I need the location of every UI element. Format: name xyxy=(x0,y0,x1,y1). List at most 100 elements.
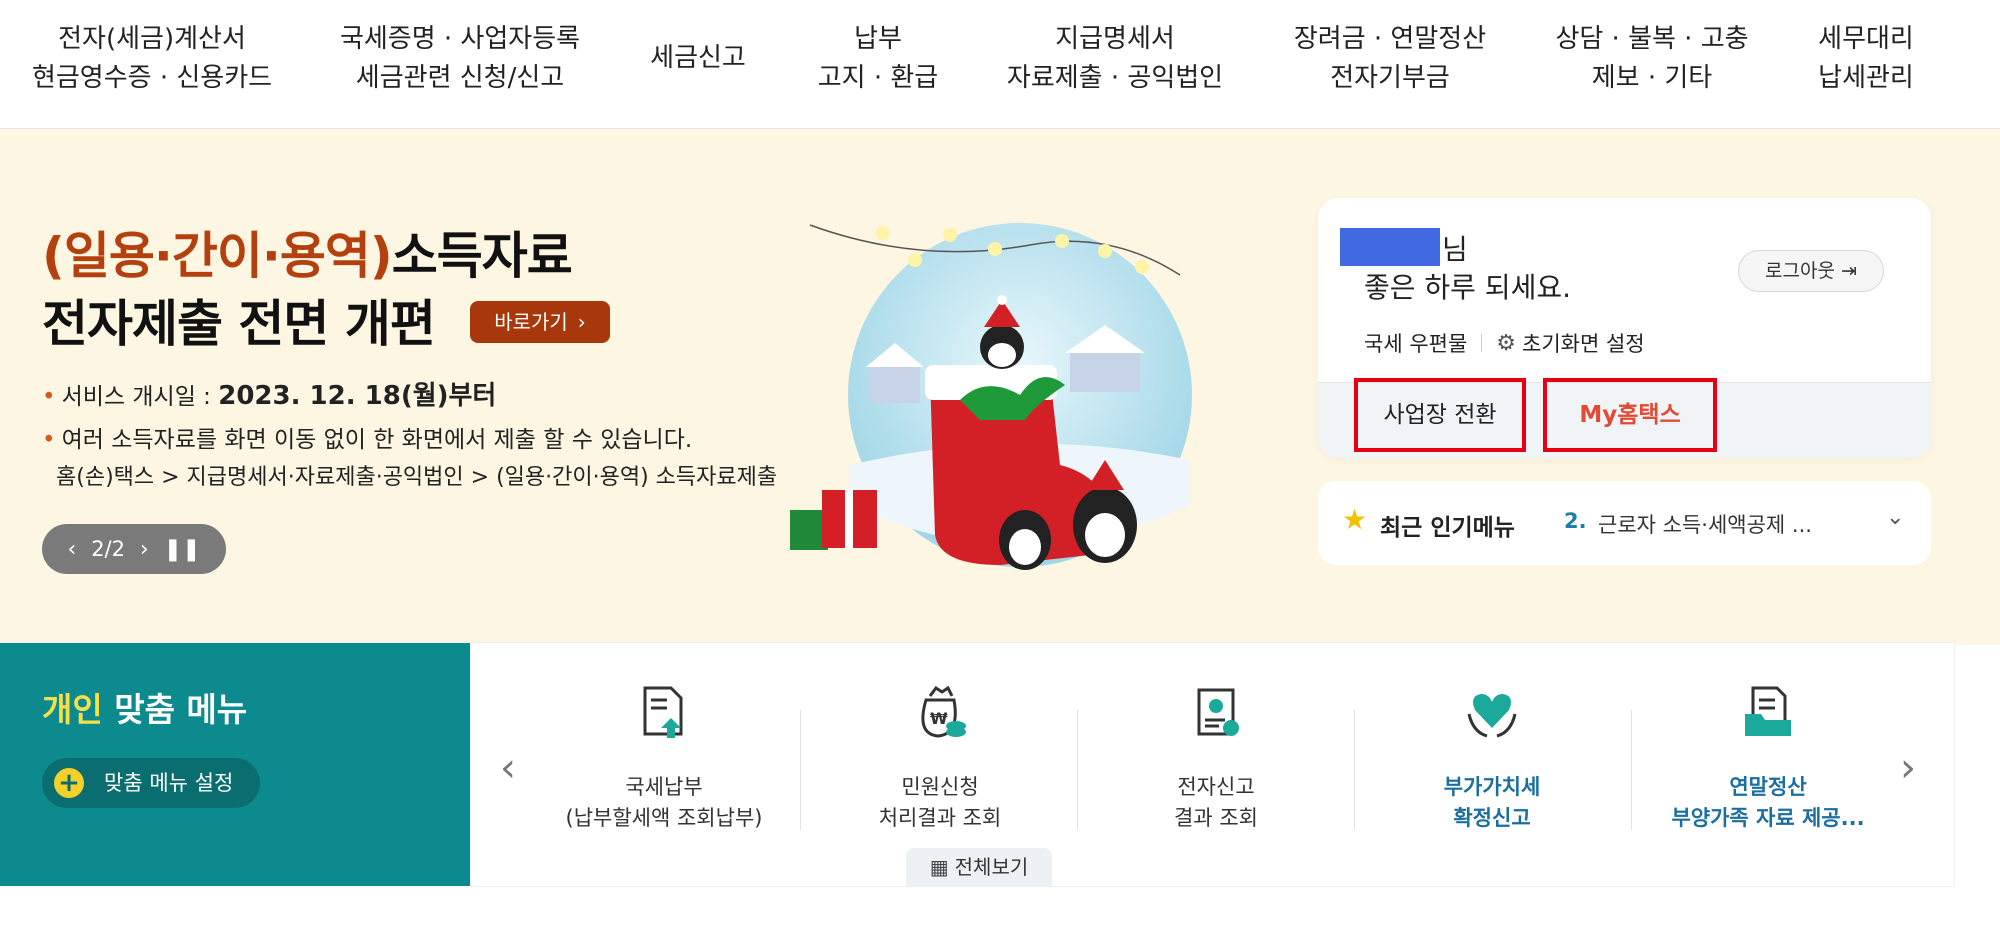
nav-consultation-line1: 상담 · 불복 · 고충 xyxy=(1555,24,1749,54)
nav-incentive-line1: 장려금 · 연말정산 xyxy=(1293,24,1487,54)
bullet-dot: • xyxy=(42,427,56,453)
custom-menu-panel: 개인 맞춤 메뉴 + 맞춤 메뉴 설정 xyxy=(0,643,471,886)
nav-certificates[interactable]: 국세증명 · 사업자등록 세금관련 신청/신고 xyxy=(340,20,580,98)
svg-text:₩: ₩ xyxy=(930,709,948,728)
logout-icon: ⇥ xyxy=(1841,260,1857,282)
nav-e-invoice[interactable]: 전자(세금)계산서 현금영수증 · 신용카드 xyxy=(32,20,272,98)
menu-civil-request[interactable]: ₩ 민원신청처리결과 조회 xyxy=(820,680,1060,834)
custom-setting-label: 맞춤 메뉴 설정 xyxy=(104,771,234,795)
folder-document-icon xyxy=(1648,680,1888,744)
all-view-label: 전체보기 xyxy=(954,855,1029,879)
redacted-username xyxy=(1340,228,1440,266)
nav-payment-line2: 고지 · 환급 xyxy=(817,63,939,93)
next-slide-icon[interactable]: › xyxy=(140,537,149,562)
menu-line2: 확정신고 xyxy=(1453,806,1531,830)
christmas-penguin-illustration xyxy=(790,223,1192,570)
menu-e-filing-result-label: 전자신고결과 조회 xyxy=(1096,772,1336,834)
headline-accent: (일용·간이·용역) xyxy=(42,227,393,285)
goto-label: 바로가기 xyxy=(494,310,568,334)
nav-e-invoice-line1: 전자(세금)계산서 xyxy=(58,24,246,54)
custom-title-rest: 맞춤 메뉴 xyxy=(114,690,248,729)
nav-payment-statement-line1: 지급명세서 xyxy=(1055,24,1175,54)
menu-divider xyxy=(1077,710,1078,830)
nav-payment-statement-line2: 자료제출 · 공익법인 xyxy=(1006,63,1224,93)
tax-mail-link[interactable]: 국세 우편물 xyxy=(1364,328,1467,358)
menu-line2: 부양가족 자료 제공... xyxy=(1671,806,1865,830)
goto-button[interactable]: 바로가기 › xyxy=(470,301,610,343)
menu-year-end-settlement-label: 연말정산 부양가족 자료 제공... xyxy=(1648,772,1888,834)
my-hometax-button[interactable]: My홈택스 xyxy=(1543,378,1717,452)
nav-tax-agent-line1: 세무대리 xyxy=(1818,24,1914,54)
menu-line1: 부가가치세 xyxy=(1443,775,1541,799)
grid-icon: ▦ xyxy=(929,855,949,879)
menu-divider xyxy=(1631,710,1632,830)
popular-menu-dropdown[interactable]: ★ 최근 인기메뉴 2. 근로자 소득·세액공제 ... ⌄ xyxy=(1318,481,1931,565)
nav-tax-agent[interactable]: 세무대리 납세관리 xyxy=(1818,20,1914,98)
gear-icon: ⚙ xyxy=(1496,330,1517,356)
banner-pager: ‹ 2/2 › ❚❚ xyxy=(42,524,226,574)
business-switch-button[interactable]: 사업장 전환 xyxy=(1354,378,1526,452)
user-links: 국세 우편물 ⚙ 초기화면 설정 xyxy=(1364,328,1645,358)
nav-e-invoice-line2: 현금영수증 · 신용카드 xyxy=(31,63,273,93)
nav-consultation[interactable]: 상담 · 불복 · 고충 제보 · 기타 xyxy=(1555,20,1748,98)
custom-title-highlight: 개인 xyxy=(42,690,103,729)
prev-slide-icon[interactable]: ‹ xyxy=(67,537,76,562)
menu-line1: 민원신청 xyxy=(901,775,979,799)
nav-incentive[interactable]: 장려금 · 연말정산 전자기부금 xyxy=(1294,20,1486,98)
menu-vat-filing[interactable]: 부가가치세확정신고 xyxy=(1372,680,1612,834)
menu-e-filing-result[interactable]: 전자신고결과 조회 xyxy=(1096,680,1336,834)
nav-payment-line1: 납부 xyxy=(854,24,902,54)
menu-year-end-settlement[interactable]: 연말정산 부양가족 자료 제공... xyxy=(1648,680,1888,834)
plus-icon: + xyxy=(54,768,84,798)
custom-menu-title: 개인 맞춤 메뉴 xyxy=(42,683,247,731)
menu-line1: 국세납부 xyxy=(625,775,703,799)
menu-tax-payment-label: 국세납부 (납부할세액 조회납부) xyxy=(544,772,784,834)
nav-certificates-line1: 국세증명 · 사업자등록 xyxy=(339,24,581,54)
popular-menu-title: 최근 인기메뉴 xyxy=(1380,515,1515,541)
money-bag-icon: ₩ xyxy=(820,680,1060,744)
menu-line2: 처리결과 조회 xyxy=(878,806,1002,830)
custom-menu-setting-button[interactable]: + 맞춤 메뉴 설정 xyxy=(42,758,260,808)
chevron-left-icon[interactable]: ‹ xyxy=(500,745,516,791)
document-upload-icon xyxy=(544,680,784,744)
logout-button[interactable]: 로그아웃 ⇥ xyxy=(1738,250,1884,292)
menu-line1: 전자신고 xyxy=(1177,775,1255,799)
chevron-right-icon[interactable]: › xyxy=(1900,745,1916,791)
banner-bullet-description: • 여러 소득자료를 화면 이동 없이 한 화면에서 제출 할 수 있습니다. xyxy=(42,420,692,454)
logout-label: 로그아웃 xyxy=(1765,260,1835,282)
pause-icon[interactable]: ❚❚ xyxy=(164,537,201,562)
user-card: 님 좋은 하루 되세요. 로그아웃 ⇥ 국세 우편물 ⚙ 초기화면 설정 사업장… xyxy=(1318,198,1931,458)
heart-hands-icon xyxy=(1372,680,1612,744)
menu-divider xyxy=(1354,710,1355,830)
service-date-label: 서비스 개시일 : xyxy=(61,384,211,410)
all-view-button[interactable]: ▦ 전체보기 xyxy=(906,848,1052,886)
banner-menu-path: 홈(손)택스 > 지급명세서·자료제출·공익법인 > (일용·간이·용역) 소득… xyxy=(56,465,778,490)
popular-menu-text: 근로자 소득·세액공제 ... xyxy=(1598,513,1812,537)
menu-line2: (납부할세액 조회납부) xyxy=(565,806,763,830)
nav-payment-statement[interactable]: 지급명세서 자료제출 · 공익법인 xyxy=(1007,20,1223,98)
popular-menu-rank: 2. xyxy=(1564,509,1587,533)
menu-line2: 결과 조회 xyxy=(1174,806,1258,830)
menu-divider xyxy=(800,710,801,830)
nav-tax-filing[interactable]: 세금신고 xyxy=(650,39,746,78)
name-suffix: 님 xyxy=(1442,233,1468,266)
chevron-right-icon: › xyxy=(577,310,586,334)
nav-incentive-line2: 전자기부금 xyxy=(1330,63,1450,93)
top-navigation: 전자(세금)계산서 현금영수증 · 신용카드 국세증명 · 사업자등록 세금관련… xyxy=(0,0,2000,129)
menu-tax-payment[interactable]: 국세납부 (납부할세액 조회납부) xyxy=(544,680,784,834)
menu-civil-request-label: 민원신청처리결과 조회 xyxy=(820,772,1060,834)
description-text: 여러 소득자료를 화면 이동 없이 한 화면에서 제출 할 수 있습니다. xyxy=(61,427,693,453)
nav-payment[interactable]: 납부 고지 · 환급 xyxy=(818,20,938,98)
headline-rest: 소득자료 xyxy=(391,227,573,285)
nav-certificates-line2: 세금관련 신청/신고 xyxy=(355,63,565,93)
chevron-down-icon: ⌄ xyxy=(1886,505,1905,530)
link-divider xyxy=(1481,334,1483,352)
home-setting-link[interactable]: 초기화면 설정 xyxy=(1522,328,1645,358)
menu-vat-filing-label: 부가가치세확정신고 xyxy=(1372,772,1612,834)
nav-consultation-line2: 제보 · 기타 xyxy=(1591,63,1713,93)
star-icon: ★ xyxy=(1342,503,1368,536)
greeting-text: 좋은 하루 되세요. xyxy=(1364,271,1572,304)
banner-bullet-service-date: • 서비스 개시일 : 2023. 12. 18(월)부터 xyxy=(42,375,496,412)
certificate-icon xyxy=(1096,680,1336,744)
pager-count: 2/2 xyxy=(91,537,125,561)
